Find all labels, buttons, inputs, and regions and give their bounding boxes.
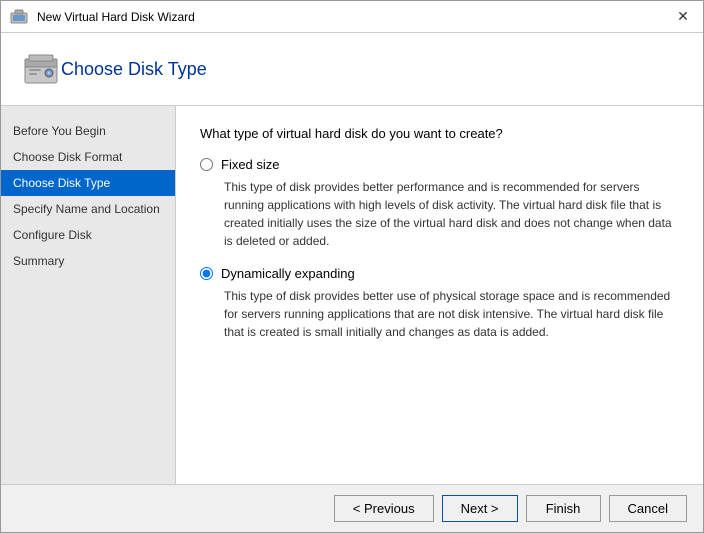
title-bar-icon <box>9 7 29 27</box>
wizard-main: What type of virtual hard disk do you wa… <box>176 106 703 484</box>
cancel-button[interactable]: Cancel <box>609 495 687 522</box>
fixed-size-option-group: Fixed size This type of disk provides be… <box>200 157 679 250</box>
wizard-content: Before You Begin Choose Disk Format Choo… <box>1 106 703 484</box>
title-bar-text: New Virtual Hard Disk Wizard <box>37 10 671 24</box>
close-button[interactable]: ✕ <box>671 5 695 29</box>
sidebar-item-choose-disk-type[interactable]: Choose Disk Type <box>1 170 175 196</box>
fixed-size-label[interactable]: Fixed size <box>200 157 679 172</box>
dynamically-expanding-radio[interactable] <box>200 267 213 280</box>
fixed-size-radio[interactable] <box>200 158 213 171</box>
dynamically-expanding-label[interactable]: Dynamically expanding <box>200 266 679 281</box>
dynamically-expanding-text: Dynamically expanding <box>221 266 355 281</box>
question-text: What type of virtual hard disk do you wa… <box>200 126 679 141</box>
finish-button[interactable]: Finish <box>526 495 601 522</box>
sidebar-item-configure-disk[interactable]: Configure Disk <box>1 222 175 248</box>
dynamically-expanding-description: This type of disk provides better use of… <box>224 287 679 341</box>
next-button[interactable]: Next > <box>442 495 518 522</box>
wizard-window: New Virtual Hard Disk Wizard ✕ Choose Di… <box>0 0 704 533</box>
wizard-header: Choose Disk Type <box>1 33 703 106</box>
dynamically-expanding-option-group: Dynamically expanding This type of disk … <box>200 266 679 341</box>
fixed-size-description: This type of disk provides better perfor… <box>224 178 679 250</box>
wizard-icon <box>21 49 61 89</box>
previous-button[interactable]: < Previous <box>334 495 434 522</box>
sidebar-item-choose-disk-format[interactable]: Choose Disk Format <box>1 144 175 170</box>
sidebar-item-before-you-begin[interactable]: Before You Begin <box>1 118 175 144</box>
wizard-sidebar: Before You Begin Choose Disk Format Choo… <box>1 106 176 484</box>
wizard-title: Choose Disk Type <box>61 59 207 80</box>
wizard-footer: < Previous Next > Finish Cancel <box>1 484 703 532</box>
title-bar: New Virtual Hard Disk Wizard ✕ <box>1 1 703 33</box>
fixed-size-text: Fixed size <box>221 157 280 172</box>
sidebar-item-specify-name-location[interactable]: Specify Name and Location <box>1 196 175 222</box>
sidebar-item-summary[interactable]: Summary <box>1 248 175 274</box>
